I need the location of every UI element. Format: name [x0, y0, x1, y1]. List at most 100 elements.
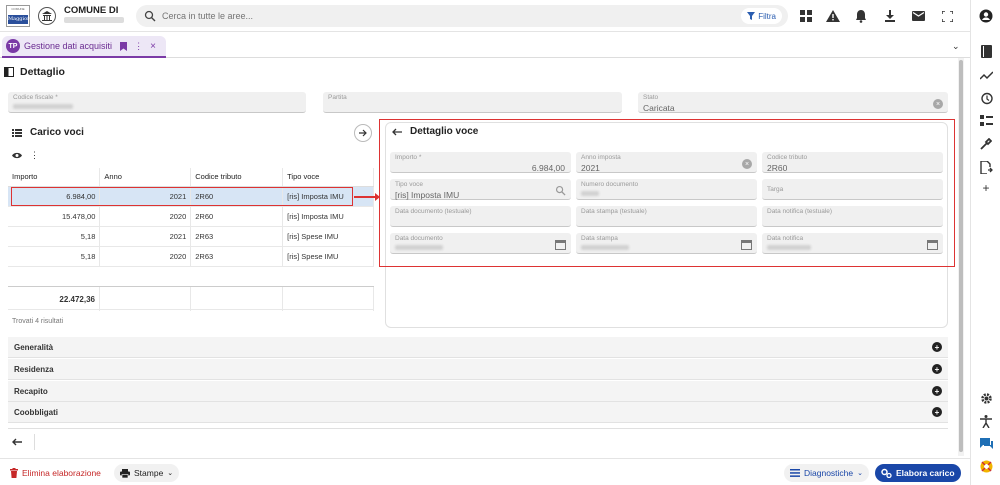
- help-button[interactable]: [978, 458, 994, 474]
- book-button[interactable]: [978, 43, 994, 59]
- search-input[interactable]: [162, 8, 682, 24]
- municipality-logo[interactable]: COMUNE Maggiore: [6, 5, 32, 27]
- chevron-down-icon: ⌄: [167, 470, 174, 477]
- settings-button[interactable]: [978, 390, 994, 406]
- add-icon[interactable]: +: [978, 180, 994, 196]
- bookmark-icon[interactable]: [120, 41, 128, 51]
- process-load-button[interactable]: Elabora carico: [875, 464, 961, 482]
- trend-button[interactable]: [978, 67, 994, 83]
- table-row[interactable]: 5,18 2020 2R63 [ris] Spese IMU: [8, 246, 374, 267]
- expand-icon[interactable]: +: [932, 386, 942, 396]
- alerts-button[interactable]: [823, 6, 843, 26]
- accordion-generalita[interactable]: Generalità +: [8, 337, 948, 358]
- calendar-icon[interactable]: [555, 239, 566, 250]
- codice-fiscale-field[interactable]: Codice fiscale *: [8, 92, 306, 113]
- chat-button[interactable]: [978, 436, 994, 452]
- expand-detail-button[interactable]: [354, 124, 372, 142]
- diagnostics-button[interactable]: Diagnostiche ⌄: [784, 464, 870, 482]
- global-search[interactable]: Filtra: [136, 5, 788, 27]
- calendar-icon[interactable]: [741, 239, 752, 250]
- expand-icon[interactable]: +: [932, 407, 942, 417]
- sidebar-toggle-icon[interactable]: [4, 67, 14, 77]
- importo-value: 6.984,00: [531, 163, 565, 173]
- stato-field[interactable]: Stato Caricata ×: [638, 92, 948, 113]
- col-importo[interactable]: Importo: [8, 168, 101, 187]
- partita-field[interactable]: Partita: [323, 92, 622, 113]
- accessibility-button[interactable]: [978, 413, 994, 429]
- scrollbar-thumb[interactable]: [959, 60, 963, 452]
- importo-field[interactable]: Importo * 6.984,00: [390, 152, 571, 173]
- col-tipo-voce[interactable]: Tipo voce: [282, 168, 374, 187]
- mail-button[interactable]: [908, 6, 928, 26]
- accordion-label: Generalità: [14, 342, 54, 352]
- delete-label: Elimina elaborazione: [22, 468, 101, 478]
- vertical-scrollbar[interactable]: [958, 58, 964, 456]
- user-account-button[interactable]: [978, 8, 994, 24]
- tabs-dropdown-icon[interactable]: ⌄: [952, 41, 960, 52]
- grid-menu-icon[interactable]: ⋮: [30, 151, 39, 160]
- eye-icon[interactable]: [12, 152, 22, 159]
- total-empty-cell: [100, 287, 191, 311]
- clear-icon[interactable]: ×: [933, 99, 943, 109]
- printer-icon: [120, 468, 130, 478]
- totals-row: 22.472,36: [8, 286, 374, 311]
- cell-importo: 5,18: [8, 246, 101, 267]
- download-icon: [885, 10, 895, 22]
- data-documento-field[interactable]: Data documento: [390, 233, 571, 254]
- expand-icon[interactable]: +: [932, 342, 942, 352]
- anno-imposta-field[interactable]: Anno imposta 2021 ×: [576, 152, 757, 173]
- back-arrow-icon[interactable]: [12, 438, 22, 446]
- tipo-voce-field[interactable]: Tipo voce [ris] Imposta IMU: [390, 179, 571, 200]
- fullscreen-button[interactable]: [937, 6, 957, 26]
- back-arrow-icon[interactable]: [392, 128, 402, 136]
- tools-button[interactable]: [978, 136, 994, 152]
- codice-tributo-field[interactable]: Codice tributo 2R60: [762, 152, 943, 173]
- filter-button[interactable]: Filtra: [741, 8, 782, 24]
- accordion-coobbligati[interactable]: Coobbligati +: [8, 402, 948, 423]
- expand-icon[interactable]: +: [932, 364, 942, 374]
- cell-importo: 15.478,00: [8, 206, 101, 227]
- tab-label: Gestione dati acquisiti: [24, 41, 113, 51]
- importo-label: Importo *: [395, 154, 422, 161]
- top-bar: COMUNE Maggiore COMUNE DI Filtra: [0, 0, 970, 32]
- targa-label: Targa: [767, 186, 784, 193]
- table-row[interactable]: 5,18 2021 2R63 [ris] Spese IMU: [8, 226, 374, 247]
- tab-gestione-dati[interactable]: TP Gestione dati acquisiti ⋮ ×: [2, 36, 166, 58]
- tab-close-icon[interactable]: ×: [150, 41, 156, 52]
- targa-field[interactable]: Targa: [762, 179, 943, 200]
- bottom-action-bar: Elimina elaborazione Stampe ⌄ Diagnostic…: [0, 458, 970, 485]
- delete-elaboration-button[interactable]: Elimina elaborazione: [4, 464, 107, 482]
- history-button[interactable]: [978, 90, 994, 106]
- divider: [34, 434, 35, 450]
- page-title: Dettaglio: [20, 66, 65, 78]
- download-button[interactable]: [880, 6, 900, 26]
- numero-documento-field[interactable]: Numero documento: [576, 179, 757, 200]
- col-anno[interactable]: Anno: [99, 168, 192, 187]
- search-icon[interactable]: [555, 185, 566, 196]
- col-codice-tributo[interactable]: Codice tributo: [190, 168, 284, 187]
- accordion-recapito[interactable]: Recapito +: [8, 381, 948, 402]
- cell-codice: 2R63: [190, 226, 284, 247]
- data-stampa-testuale-field[interactable]: Data stampa (testuale): [576, 206, 757, 227]
- accordion-residenza[interactable]: Residenza +: [8, 359, 948, 380]
- clear-icon[interactable]: ×: [742, 159, 752, 169]
- arrow-right-icon: [359, 129, 367, 137]
- data-documento-testuale-field[interactable]: Data documento (testuale): [390, 206, 571, 227]
- export-button[interactable]: [978, 159, 994, 175]
- tools-icon: [980, 138, 992, 150]
- dashboard-button[interactable]: [796, 6, 816, 26]
- print-label: Stampe: [134, 468, 164, 478]
- rules-button[interactable]: [978, 113, 994, 129]
- trash-icon: [10, 468, 18, 478]
- data-stampa-field[interactable]: Data stampa: [576, 233, 757, 254]
- notifications-button[interactable]: [851, 6, 871, 26]
- data-notifica-field[interactable]: Data notifica: [762, 233, 943, 254]
- tab-menu-icon[interactable]: ⋮: [134, 41, 143, 52]
- print-button[interactable]: Stampe ⌄: [114, 464, 180, 482]
- table-row[interactable]: 15.478,00 2020 2R60 [ris] Imposta IMU: [8, 206, 374, 227]
- calendar-icon[interactable]: [927, 239, 938, 250]
- cell-importo: 5,18: [8, 226, 101, 247]
- data-notifica-testuale-field[interactable]: Data notifica (testuale): [762, 206, 943, 227]
- cell-tipo: [ris] Imposta IMU: [282, 206, 374, 227]
- data-notifica-testuale-label: Data notifica (testuale): [767, 208, 833, 215]
